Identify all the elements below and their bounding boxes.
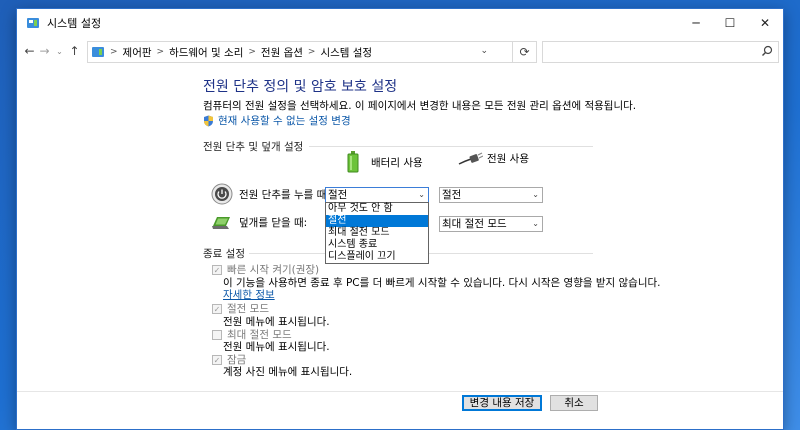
back-button[interactable]: ← bbox=[22, 44, 37, 58]
change-unavailable-settings-text: 현재 사용할 수 없는 설정 변경 bbox=[218, 115, 351, 127]
plugged-column-header: 전원 사용 bbox=[457, 151, 529, 166]
cancel-button[interactable]: 취소 bbox=[550, 395, 598, 411]
section-divider bbox=[309, 146, 593, 147]
power-plug-icon bbox=[458, 151, 483, 165]
breadcrumb-power-options[interactable]: 전원 옵션 bbox=[261, 45, 303, 60]
lock-description: 계정 사진 메뉴에 표시됩니다. bbox=[223, 366, 353, 378]
battery-column-label: 배터리 사용 bbox=[371, 156, 423, 169]
navigation-bar: ← → ⌄ ↑ > 제어판 > 하드웨어 및 소리 > 전원 옵션 > 시스템 … bbox=[17, 36, 783, 66]
refresh-button[interactable]: ⟳ bbox=[513, 41, 537, 63]
buttons-section-heading: 전원 단추 및 덮개 설정 bbox=[203, 141, 304, 153]
lid-plugged-value: 최대 절전 모드 bbox=[442, 218, 507, 230]
control-panel-icon bbox=[27, 17, 39, 28]
power-button-options-dropdown: 아무 것도 안 함 절전 최대 절전 모드 시스템 종료 디스플레이 끄기 bbox=[325, 202, 429, 264]
address-history-dropdown[interactable]: ⌄ bbox=[480, 46, 488, 56]
fast-startup-checkbox[interactable]: ✓ bbox=[212, 264, 222, 275]
chevron-down-icon: ⌄ bbox=[532, 190, 539, 199]
fast-startup-description: 이 기능을 사용하면 종료 후 PC를 더 빠르게 시작할 수 있습니다. 다시… bbox=[223, 277, 661, 289]
lid-row: 덮개를 닫을 때: bbox=[211, 213, 307, 231]
close-button[interactable]: ✕ bbox=[747, 9, 783, 36]
page-description: 컴퓨터의 전원 설정을 선택하세요. 이 페이지에서 변경한 내용은 모든 전원… bbox=[203, 100, 637, 112]
breadcrumb-control-panel[interactable]: 제어판 bbox=[123, 45, 152, 60]
lid-label: 덮개를 닫을 때: bbox=[239, 216, 308, 229]
window-controls: ─ ☐ ✕ bbox=[679, 9, 783, 36]
dropdown-option-display-off[interactable]: 디스플레이 끄기 bbox=[326, 251, 428, 263]
power-button-battery-value: 절전 bbox=[328, 189, 348, 201]
power-button-plugged-value: 절전 bbox=[442, 189, 462, 201]
search-input[interactable] bbox=[542, 41, 779, 63]
breadcrumb-separator: > bbox=[307, 47, 316, 57]
chevron-down-icon: ⌄ bbox=[532, 219, 539, 228]
sleep-checkbox[interactable]: ✓ bbox=[212, 303, 222, 314]
search-icon bbox=[762, 45, 773, 56]
lock-checkbox[interactable]: ✓ bbox=[212, 354, 222, 365]
forward-button[interactable]: → bbox=[37, 44, 52, 58]
uac-shield-icon bbox=[204, 115, 213, 126]
battery-column-header: 배터리 사용 bbox=[347, 151, 423, 173]
chevron-down-icon: ⌄ bbox=[418, 190, 425, 199]
lid-plugged-select[interactable]: 최대 절전 모드 ⌄ bbox=[439, 216, 543, 232]
hibernate-checkbox[interactable] bbox=[212, 329, 222, 340]
dropdown-option-hibernate[interactable]: 최대 절전 모드 bbox=[326, 227, 428, 239]
dropdown-option-do-nothing[interactable]: 아무 것도 안 함 bbox=[326, 203, 428, 215]
dropdown-option-sleep[interactable]: 절전 bbox=[326, 215, 428, 227]
power-button-row: 전원 단추를 누를 때: bbox=[211, 183, 330, 205]
battery-icon bbox=[347, 151, 359, 173]
power-button-battery-select[interactable]: 절전 ⌄ bbox=[325, 187, 429, 203]
main-content: 전원 단추 정의 및 암호 보호 설정 컴퓨터의 전원 설정을 선택하세요. 이… bbox=[17, 66, 783, 429]
footer-divider bbox=[17, 391, 783, 392]
control-panel-window: 시스템 설정 ─ ☐ ✕ ← → ⌄ ↑ > 제어판 > 하드웨어 및 소리 >… bbox=[16, 8, 784, 430]
maximize-button[interactable]: ☐ bbox=[713, 9, 747, 36]
title-bar: 시스템 설정 ─ ☐ ✕ bbox=[17, 9, 783, 36]
dropdown-option-shutdown[interactable]: 시스템 종료 bbox=[326, 239, 428, 251]
breadcrumb-separator: > bbox=[248, 47, 256, 57]
change-unavailable-settings-link[interactable]: 현재 사용할 수 없는 설정 변경 bbox=[203, 113, 351, 128]
breadcrumb-separator: > bbox=[156, 47, 165, 57]
breadcrumb-separator: > bbox=[110, 47, 118, 57]
minimize-button[interactable]: ─ bbox=[679, 9, 713, 36]
page-title: 전원 단추 정의 및 암호 보호 설정 bbox=[203, 79, 398, 95]
plugged-column-label: 전원 사용 bbox=[487, 153, 529, 165]
shutdown-section-heading: 종료 설정 bbox=[203, 248, 245, 260]
control-panel-crumb-icon bbox=[92, 47, 104, 57]
breadcrumb-hardware-sound[interactable]: 하드웨어 및 소리 bbox=[169, 45, 243, 60]
power-button-icon bbox=[211, 183, 233, 205]
learn-more-link[interactable]: 자세한 정보 bbox=[223, 287, 275, 302]
address-bar[interactable]: > 제어판 > 하드웨어 및 소리 > 전원 옵션 > 시스템 설정 ⌄ bbox=[87, 41, 513, 63]
power-button-label: 전원 단추를 누를 때: bbox=[239, 188, 330, 201]
recent-locations-button[interactable]: ⌄ bbox=[52, 47, 67, 56]
save-changes-button[interactable]: 변경 내용 저장 bbox=[462, 395, 542, 411]
laptop-lid-icon bbox=[212, 217, 230, 229]
breadcrumb-system-settings[interactable]: 시스템 설정 bbox=[320, 45, 372, 60]
power-button-plugged-select[interactable]: 절전 ⌄ bbox=[439, 187, 543, 203]
up-button[interactable]: ↑ bbox=[67, 44, 82, 58]
window-title: 시스템 설정 bbox=[47, 16, 102, 30]
